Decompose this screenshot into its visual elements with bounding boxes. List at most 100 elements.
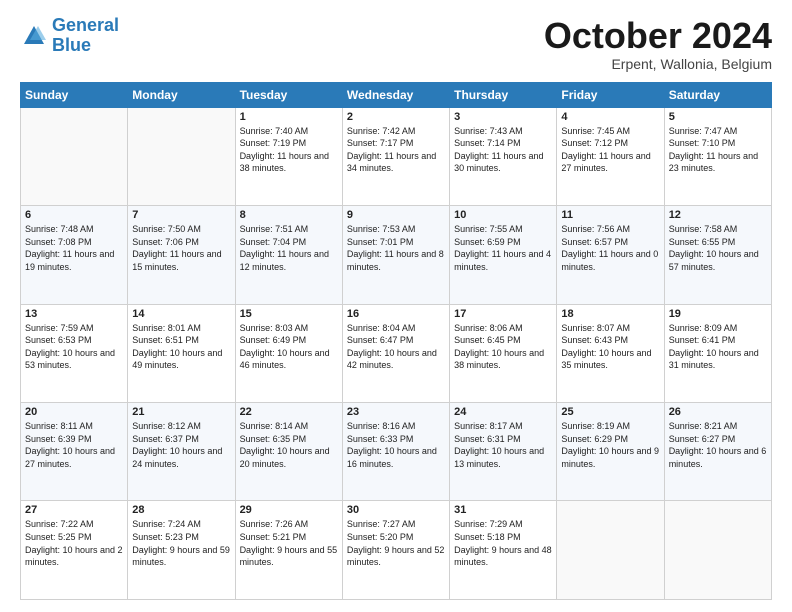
day-info: Sunrise: 8:16 AM Sunset: 6:33 PM Dayligh… (347, 420, 445, 470)
calendar-cell: 24 Sunrise: 8:17 AM Sunset: 6:31 PM Dayli… (450, 403, 557, 501)
calendar-cell: 7 Sunrise: 7:50 AM Sunset: 7:06 PM Daylig… (128, 206, 235, 304)
weekday-header: Friday (557, 82, 664, 107)
logo-line1: General (52, 15, 119, 35)
calendar-cell: 9 Sunrise: 7:53 AM Sunset: 7:01 PM Daylig… (342, 206, 449, 304)
day-number: 5 (669, 111, 767, 123)
day-number: 21 (132, 406, 230, 418)
calendar-cell: 19Sunrise: 8:09 AM Sunset: 6:41 PM Dayli… (664, 304, 771, 402)
day-info: Sunrise: 7:51 AM Sunset: 7:04 PM Dayligh… (240, 223, 338, 273)
day-info: Sunrise: 7:24 AM Sunset: 5:23 PM Dayligh… (132, 518, 230, 568)
month-title: October 2024 (544, 16, 772, 56)
day-number: 1 (240, 111, 338, 123)
calendar-week-row: 20 Sunrise: 8:11 AM Sunset: 6:39 PM Dayli… (21, 403, 772, 501)
calendar-header-row: SundayMondayTuesdayWednesdayThursdayFrid… (21, 82, 772, 107)
day-info: Sunrise: 7:50 AM Sunset: 7:06 PM Dayligh… (132, 223, 230, 273)
day-number: 8 (240, 209, 338, 221)
calendar-cell: 16Sunrise: 8:04 AM Sunset: 6:47 PM Dayli… (342, 304, 449, 402)
day-info: Sunrise: 8:17 AM Sunset: 6:31 PM Dayligh… (454, 420, 552, 470)
day-number: 4 (561, 111, 659, 123)
calendar-cell: 22 Sunrise: 8:14 AM Sunset: 6:35 PM Dayli… (235, 403, 342, 501)
calendar-cell: 23 Sunrise: 8:16 AM Sunset: 6:33 PM Dayli… (342, 403, 449, 501)
day-number: 23 (347, 406, 445, 418)
day-number: 14 (132, 308, 230, 320)
calendar-cell (557, 501, 664, 600)
calendar-cell: 25Sunrise: 8:19 AM Sunset: 6:29 PM Dayli… (557, 403, 664, 501)
calendar-cell: 30Sunrise: 7:27 AM Sunset: 5:20 PM Dayli… (342, 501, 449, 600)
location: Erpent, Wallonia, Belgium (544, 56, 772, 72)
calendar-cell: 28 Sunrise: 7:24 AM Sunset: 5:23 PM Dayli… (128, 501, 235, 600)
calendar-cell: 1 Sunrise: 7:40 AM Sunset: 7:19 PM Daylig… (235, 107, 342, 205)
calendar-cell: 12Sunrise: 7:58 AM Sunset: 6:55 PM Dayli… (664, 206, 771, 304)
calendar-week-row: 27 Sunrise: 7:22 AM Sunset: 5:25 PM Dayli… (21, 501, 772, 600)
day-number: 6 (25, 209, 123, 221)
day-info: Sunrise: 8:12 AM Sunset: 6:37 PM Dayligh… (132, 420, 230, 470)
day-info: Sunrise: 7:29 AM Sunset: 5:18 PM Dayligh… (454, 518, 552, 568)
calendar-cell: 10Sunrise: 7:55 AM Sunset: 6:59 PM Dayli… (450, 206, 557, 304)
day-number: 15 (240, 308, 338, 320)
day-info: Sunrise: 7:42 AM Sunset: 7:17 PM Dayligh… (347, 125, 445, 175)
weekday-header: Sunday (21, 82, 128, 107)
page: General Blue October 2024 Erpent, Wallon… (0, 0, 792, 612)
calendar-table: SundayMondayTuesdayWednesdayThursdayFrid… (20, 82, 772, 600)
title-block: October 2024 Erpent, Wallonia, Belgium (544, 16, 772, 72)
calendar-week-row: 1 Sunrise: 7:40 AM Sunset: 7:19 PM Daylig… (21, 107, 772, 205)
day-number: 27 (25, 504, 123, 516)
calendar-cell: 11Sunrise: 7:56 AM Sunset: 6:57 PM Dayli… (557, 206, 664, 304)
weekday-header: Wednesday (342, 82, 449, 107)
calendar-cell: 13 Sunrise: 7:59 AM Sunset: 6:53 PM Dayli… (21, 304, 128, 402)
calendar-cell: 18Sunrise: 8:07 AM Sunset: 6:43 PM Dayli… (557, 304, 664, 402)
weekday-header: Monday (128, 82, 235, 107)
day-number: 20 (25, 406, 123, 418)
weekday-header: Saturday (664, 82, 771, 107)
day-number: 2 (347, 111, 445, 123)
day-number: 24 (454, 406, 552, 418)
calendar-cell: 3 Sunrise: 7:43 AM Sunset: 7:14 PM Daylig… (450, 107, 557, 205)
calendar-cell: 6 Sunrise: 7:48 AM Sunset: 7:08 PM Daylig… (21, 206, 128, 304)
day-number: 22 (240, 406, 338, 418)
day-info: Sunrise: 7:47 AM Sunset: 7:10 PM Dayligh… (669, 125, 767, 175)
day-number: 9 (347, 209, 445, 221)
day-info: Sunrise: 7:55 AM Sunset: 6:59 PM Dayligh… (454, 223, 552, 273)
calendar-week-row: 13 Sunrise: 7:59 AM Sunset: 6:53 PM Dayli… (21, 304, 772, 402)
weekday-header: Thursday (450, 82, 557, 107)
calendar-cell: 29Sunrise: 7:26 AM Sunset: 5:21 PM Dayli… (235, 501, 342, 600)
day-info: Sunrise: 7:40 AM Sunset: 7:19 PM Dayligh… (240, 125, 338, 175)
day-number: 3 (454, 111, 552, 123)
day-info: Sunrise: 7:43 AM Sunset: 7:14 PM Dayligh… (454, 125, 552, 175)
day-info: Sunrise: 8:01 AM Sunset: 6:51 PM Dayligh… (132, 322, 230, 372)
logo-text: General Blue (52, 16, 119, 56)
day-number: 29 (240, 504, 338, 516)
calendar-cell: 4 Sunrise: 7:45 AM Sunset: 7:12 PM Daylig… (557, 107, 664, 205)
day-info: Sunrise: 8:14 AM Sunset: 6:35 PM Dayligh… (240, 420, 338, 470)
calendar-cell: 2 Sunrise: 7:42 AM Sunset: 7:17 PM Daylig… (342, 107, 449, 205)
calendar-cell: 26Sunrise: 8:21 AM Sunset: 6:27 PM Dayli… (664, 403, 771, 501)
day-number: 30 (347, 504, 445, 516)
calendar-cell: 8 Sunrise: 7:51 AM Sunset: 7:04 PM Daylig… (235, 206, 342, 304)
day-number: 28 (132, 504, 230, 516)
calendar-cell: 14 Sunrise: 8:01 AM Sunset: 6:51 PM Dayli… (128, 304, 235, 402)
day-number: 13 (25, 308, 123, 320)
calendar-week-row: 6 Sunrise: 7:48 AM Sunset: 7:08 PM Daylig… (21, 206, 772, 304)
day-number: 17 (454, 308, 552, 320)
day-info: Sunrise: 7:48 AM Sunset: 7:08 PM Dayligh… (25, 223, 123, 273)
day-number: 12 (669, 209, 767, 221)
calendar-cell: 15Sunrise: 8:03 AM Sunset: 6:49 PM Dayli… (235, 304, 342, 402)
day-number: 7 (132, 209, 230, 221)
day-info: Sunrise: 8:21 AM Sunset: 6:27 PM Dayligh… (669, 420, 767, 470)
day-info: Sunrise: 7:22 AM Sunset: 5:25 PM Dayligh… (25, 518, 123, 568)
calendar-cell: 27 Sunrise: 7:22 AM Sunset: 5:25 PM Dayli… (21, 501, 128, 600)
day-info: Sunrise: 7:59 AM Sunset: 6:53 PM Dayligh… (25, 322, 123, 372)
calendar-cell (128, 107, 235, 205)
day-info: Sunrise: 7:53 AM Sunset: 7:01 PM Dayligh… (347, 223, 445, 273)
day-info: Sunrise: 7:45 AM Sunset: 7:12 PM Dayligh… (561, 125, 659, 175)
day-info: Sunrise: 8:06 AM Sunset: 6:45 PM Dayligh… (454, 322, 552, 372)
day-number: 11 (561, 209, 659, 221)
day-number: 25 (561, 406, 659, 418)
calendar-cell (21, 107, 128, 205)
calendar-cell: 5 Sunrise: 7:47 AM Sunset: 7:10 PM Daylig… (664, 107, 771, 205)
day-info: Sunrise: 8:11 AM Sunset: 6:39 PM Dayligh… (25, 420, 123, 470)
calendar-cell: 31 Sunrise: 7:29 AM Sunset: 5:18 PM Dayli… (450, 501, 557, 600)
calendar-cell (664, 501, 771, 600)
day-number: 31 (454, 504, 552, 516)
day-number: 19 (669, 308, 767, 320)
